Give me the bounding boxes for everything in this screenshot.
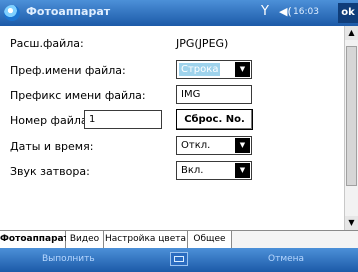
- scroll-down-arrow-icon[interactable]: ▼: [345, 216, 358, 230]
- datetime-label: Даты и время:: [10, 140, 94, 153]
- shutter-sound-dropdown[interactable]: Вкл. ▼: [176, 161, 252, 180]
- datetime-dropdown[interactable]: Откл. ▼: [176, 136, 252, 155]
- file-name-prefix-value: Строка: [179, 63, 221, 76]
- signal-icon[interactable]: Y: [261, 4, 269, 19]
- settings-form: Расш.файла: JPG(JPEG) Преф.имени файла: …: [0, 26, 344, 230]
- scroll-thumb[interactable]: [346, 46, 357, 186]
- title-bar: Фотоаппарат Y ◀( 16:03 ok: [0, 0, 358, 26]
- chevron-down-icon[interactable]: ▼: [235, 138, 250, 153]
- file-extension-label: Расш.файла:: [10, 37, 84, 50]
- datetime-value: Откл.: [181, 140, 211, 151]
- soft-key-bar: Выполнить Отмена: [0, 248, 358, 272]
- reset-number-button[interactable]: Сброс. No.: [176, 109, 253, 130]
- soft-key-cancel[interactable]: Отмена: [268, 254, 304, 264]
- vertical-scrollbar[interactable]: ▲ ▼: [344, 26, 358, 230]
- soft-key-execute[interactable]: Выполнить: [42, 254, 95, 264]
- tab-color-settings[interactable]: Настройка цвета: [104, 231, 188, 248]
- file-name-prefix-dropdown[interactable]: Строка ▼: [176, 60, 252, 79]
- shutter-sound-value: Вкл.: [181, 165, 204, 176]
- tab-video[interactable]: Видео: [66, 231, 104, 248]
- file-number-input[interactable]: 1: [84, 110, 162, 129]
- tab-camera[interactable]: Фотоаппарат: [0, 231, 69, 248]
- tab-strip: Фотоаппарат Видео Настройка цвета Общее: [0, 230, 358, 248]
- clock[interactable]: 16:03: [293, 7, 319, 17]
- volume-icon[interactable]: ◀(: [279, 5, 292, 18]
- prefix-label: Префикс имени файла:: [10, 89, 146, 102]
- tab-general[interactable]: Общее: [188, 231, 232, 248]
- keyboard-icon[interactable]: [170, 252, 188, 266]
- chevron-down-icon[interactable]: ▼: [235, 163, 250, 178]
- chevron-down-icon[interactable]: ▼: [235, 62, 250, 77]
- file-number-label: Номер файла:: [10, 114, 92, 127]
- shutter-sound-label: Звук затвора:: [10, 165, 90, 178]
- file-name-prefix-label: Преф.имени файла:: [10, 64, 126, 77]
- prefix-input[interactable]: IMG: [176, 85, 252, 104]
- scroll-up-arrow-icon[interactable]: ▲: [345, 26, 358, 40]
- windows-start-icon[interactable]: [4, 5, 20, 21]
- app-title: Фотоаппарат: [26, 5, 111, 18]
- ok-button[interactable]: ok: [338, 3, 358, 23]
- file-extension-value: JPG(JPEG): [176, 37, 229, 50]
